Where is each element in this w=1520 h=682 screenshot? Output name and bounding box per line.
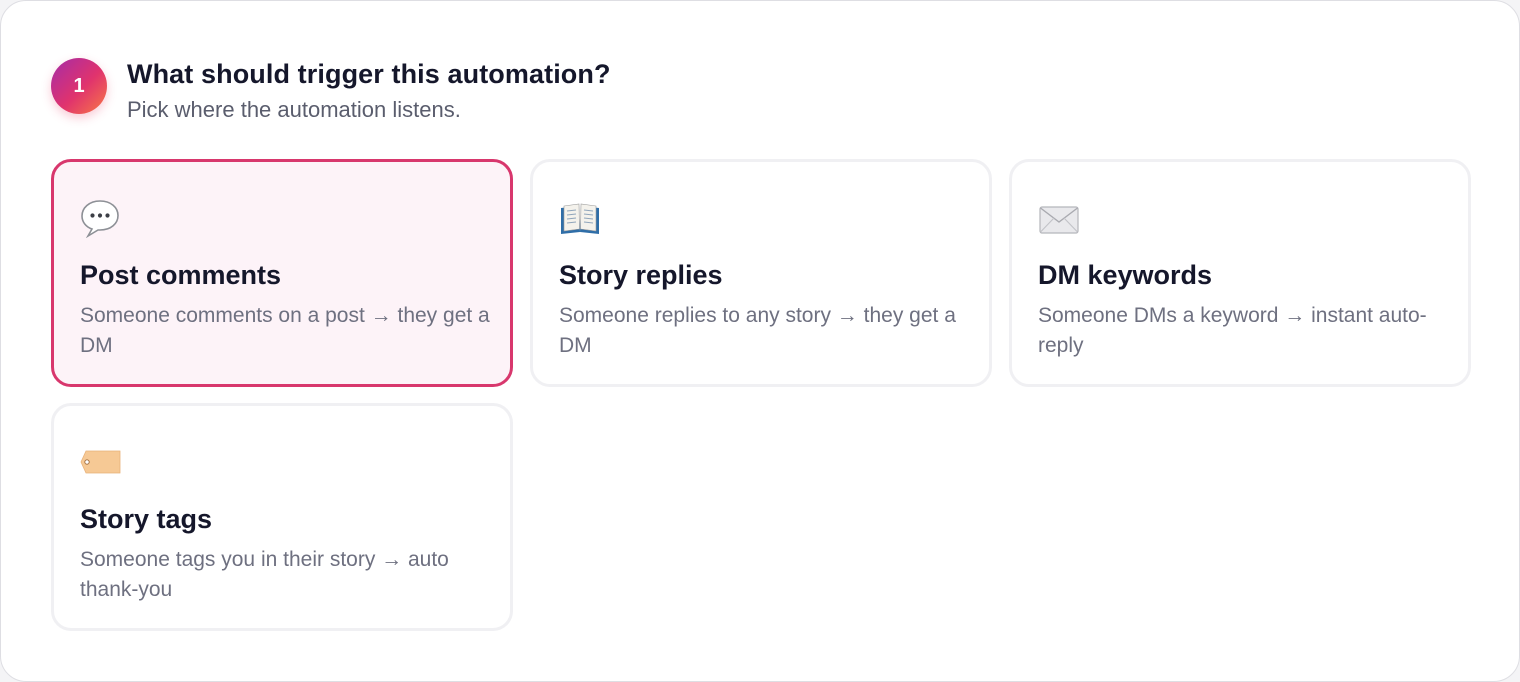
step-text: What should trigger this automation? Pic… xyxy=(127,58,611,124)
option-card-dm-keywords[interactable]: DM keywords Someone DMs a keyword → inst… xyxy=(1009,159,1471,387)
option-description: Someone replies to any story → they get … xyxy=(559,304,956,357)
option-title: Story tags xyxy=(80,504,213,534)
option-card-story-tags[interactable]: Story tags Someone tags you in their sto… xyxy=(51,403,513,631)
option-card-post-comments[interactable]: Post comments Someone comments on a post… xyxy=(51,159,513,387)
option-title: Post comments xyxy=(80,260,282,290)
step-subtitle: Pick where the automation listens. xyxy=(127,97,461,122)
option-description: Someone DMs a keyword → instant auto-rep… xyxy=(1038,304,1427,357)
option-title: Story replies xyxy=(559,260,723,290)
speech-bubble-icon xyxy=(80,198,124,239)
trigger-step-panel: 1 What should trigger this automation? P… xyxy=(0,0,1520,682)
option-card-story-replies[interactable]: Story replies Someone replies to any sto… xyxy=(530,159,992,387)
envelope-icon xyxy=(1038,198,1082,238)
option-title: DM keywords xyxy=(1038,260,1213,290)
open-book-icon xyxy=(559,198,603,238)
option-description: Someone comments on a post → they get a … xyxy=(80,304,490,357)
tag-icon xyxy=(80,442,124,482)
step-number-badge: 1 xyxy=(51,58,107,114)
step-title: What should trigger this automation? xyxy=(127,59,611,89)
option-description: Someone tags you in their story → auto t… xyxy=(80,548,449,601)
step-header: 1 What should trigger this automation? P… xyxy=(51,58,611,124)
